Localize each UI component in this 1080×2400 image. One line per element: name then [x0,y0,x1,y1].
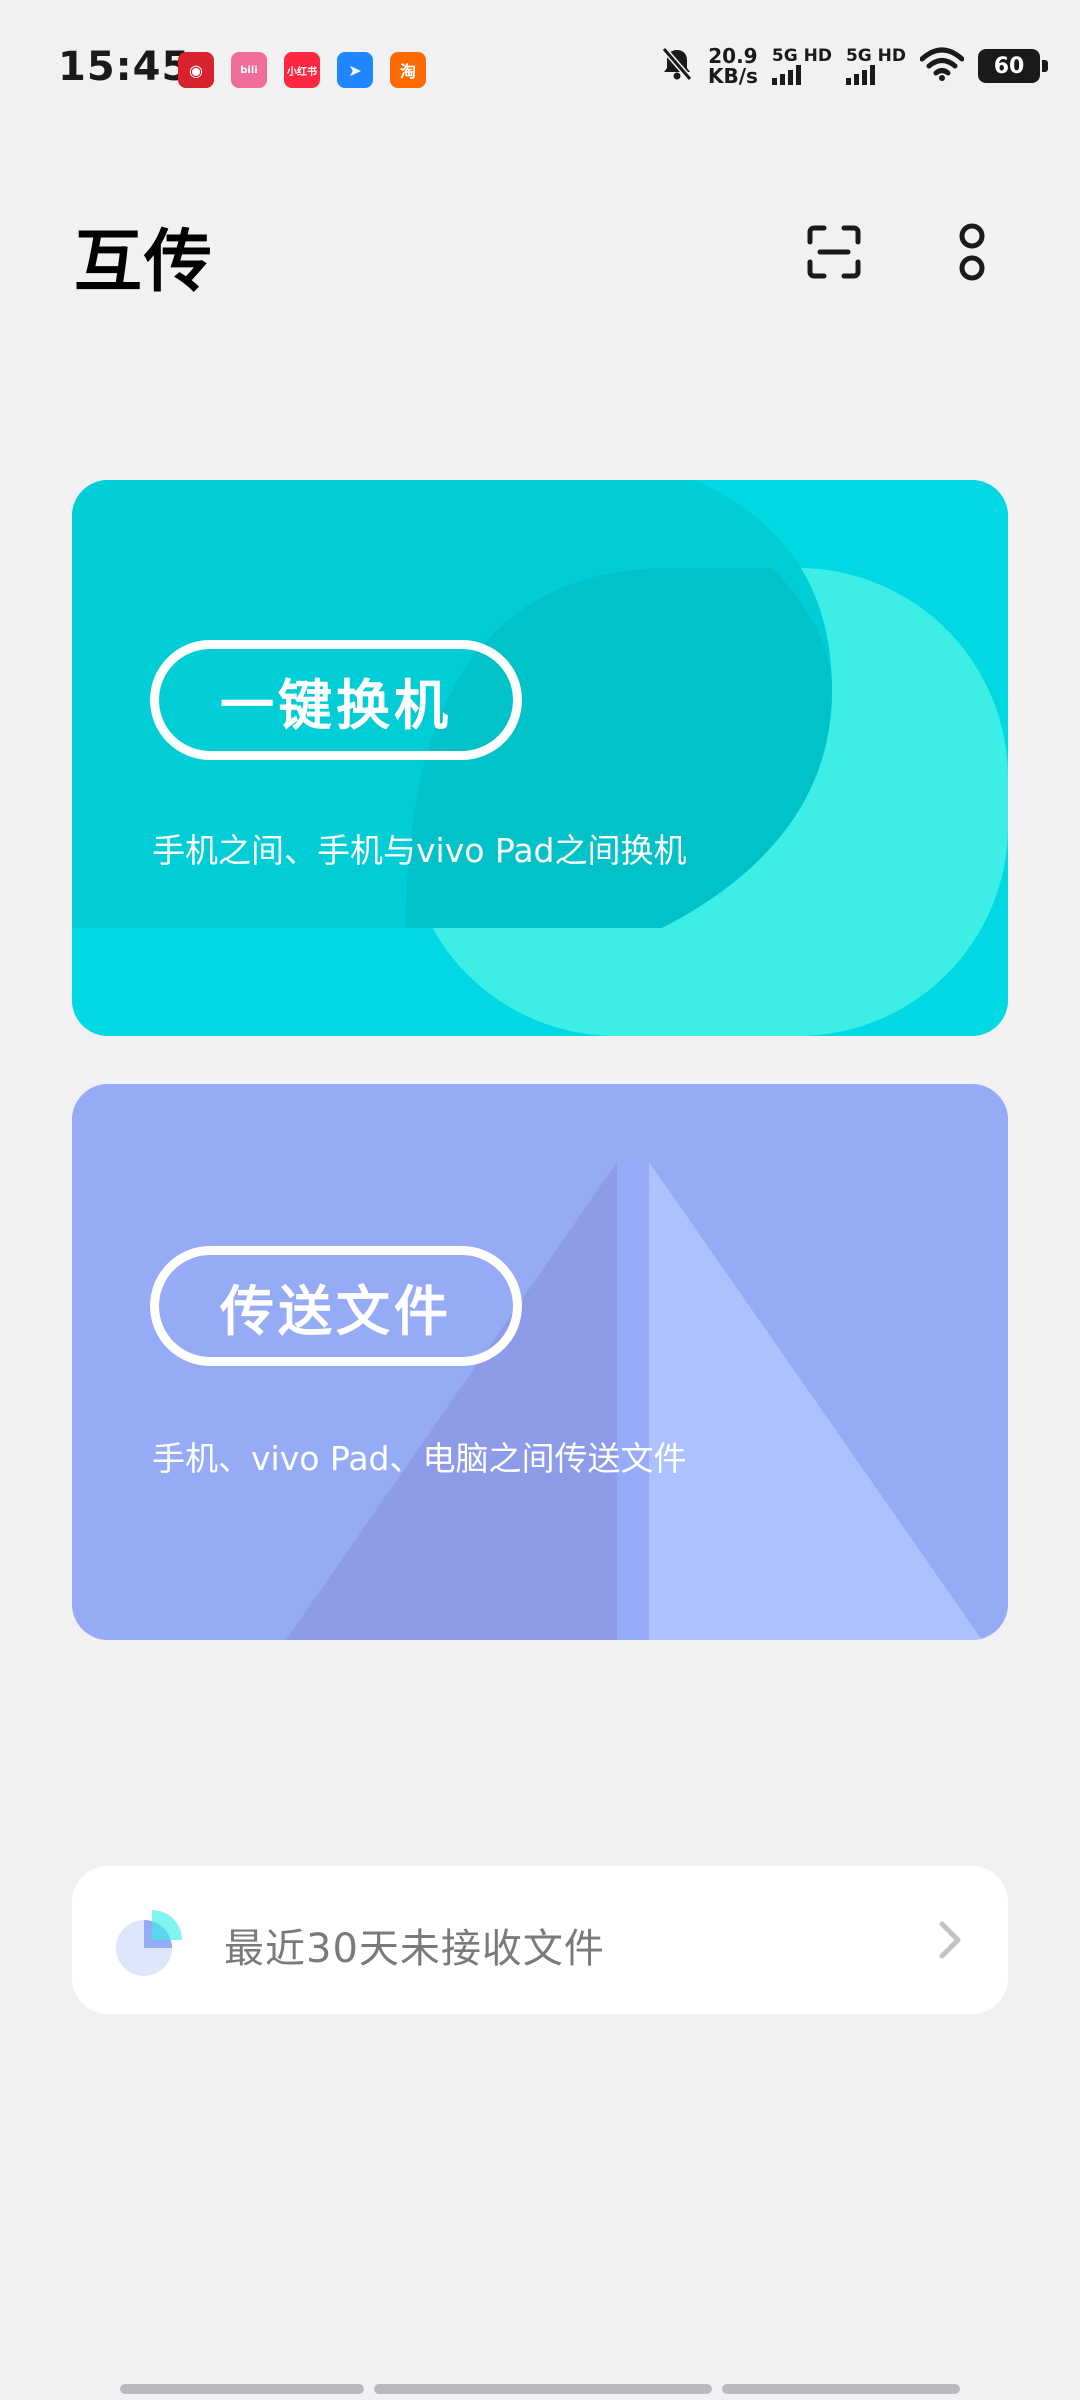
send-files-description: 手机、vivo Pad、电脑之间传送文件 [152,1439,687,1478]
mute-bell-icon [660,46,694,86]
switch-phone-title: 一键换机 [150,640,522,760]
notification-app-icons: ◉ bili 小红书 ➤ 淘 [178,52,426,88]
battery-indicator: 60 [978,49,1048,83]
recent-unreceived-files-row[interactable]: 最近30天未接收文件 [72,1866,1008,2014]
scan-icon [807,225,861,279]
network-speed-unit: KB/s [707,64,758,88]
page-title: 互传 [74,223,215,302]
gesture-navigation-bar[interactable] [120,2384,960,2394]
more-icon [959,223,985,281]
more-options-button[interactable] [932,212,1012,292]
sim2-signal-bars-icon [845,65,875,85]
chevron-right-icon [939,1921,961,1959]
sim2-signal: 5G HD [845,46,906,85]
wifi-icon [919,47,965,85]
switch-phone-card[interactable]: 一键换机 手机之间、手机与vivo Pad之间换机 [72,480,1008,1036]
status-bar: 15:45 ◉ bili 小红书 ➤ 淘 20.9 KB/s 5G HD 5G HD [0,0,1080,140]
xiaohongshu-icon: 小红书 [284,52,320,88]
send-files-card[interactable]: 传送文件 手机、vivo Pad、电脑之间传送文件 [72,1084,1008,1640]
sim1-signal-bars-icon [771,65,801,85]
recent-files-label: 最近30天未接收文件 [224,1926,605,1972]
screen: 15:45 ◉ bili 小红书 ➤ 淘 20.9 KB/s 5G HD 5G HD [0,0,1080,2400]
taobao-icon: 淘 [390,52,426,88]
network-speed-value: 20.9 [708,44,758,68]
pie-chart-icon [116,1910,182,1976]
system-indicators: 20.9 KB/s 5G HD 5G HD 60 [660,46,1048,86]
bilibili-icon: bili [231,52,267,88]
feishu-icon: ➤ [337,52,373,88]
sim1-label: 5G HD [771,46,832,66]
network-speed: 20.9 KB/s [708,46,758,86]
netease-music-icon: ◉ [178,52,214,88]
sim1-signal: 5G HD [771,46,832,85]
sim2-label: 5G HD [845,46,906,66]
send-files-title: 传送文件 [150,1246,522,1366]
scan-button[interactable] [794,212,874,292]
status-time: 15:45 [58,44,191,90]
switch-phone-description: 手机之间、手机与vivo Pad之间换机 [152,831,687,870]
